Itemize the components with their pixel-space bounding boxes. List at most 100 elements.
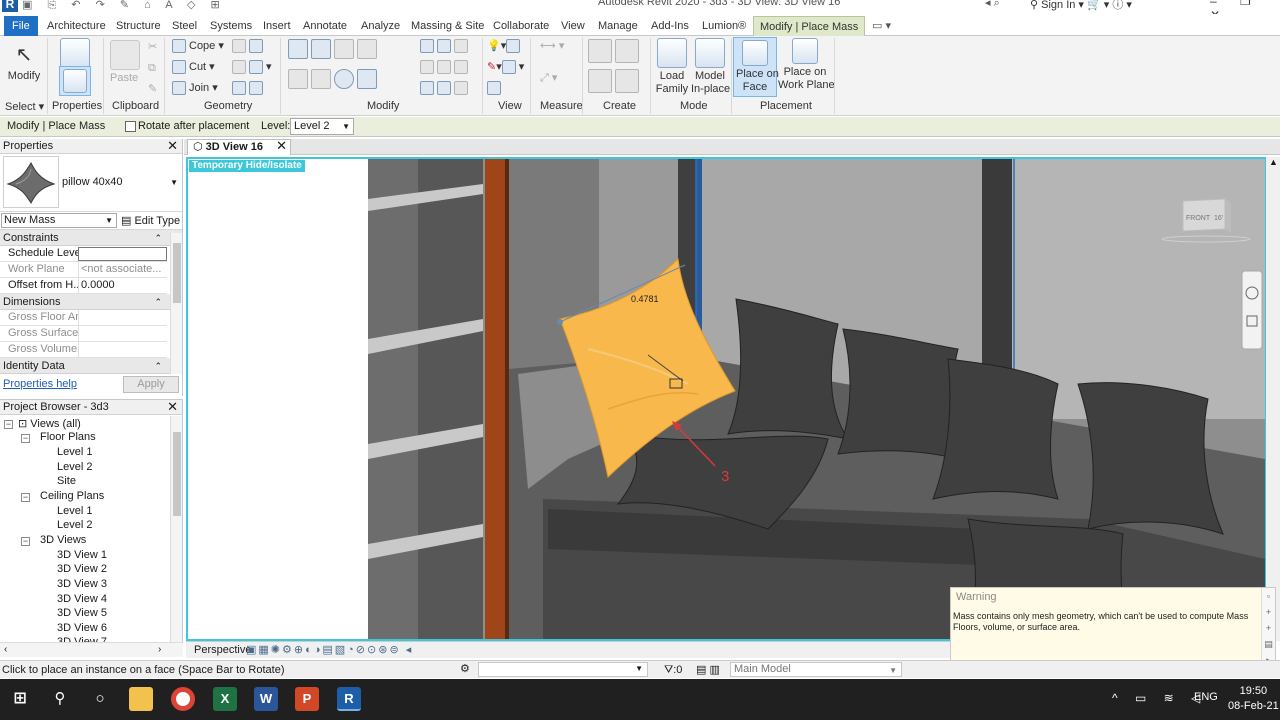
schedule-level-field[interactable] xyxy=(78,247,167,261)
system-tray-icons[interactable]: ^ ▭ ≋ ◁ xyxy=(1112,691,1207,705)
create-tools[interactable] xyxy=(588,39,642,63)
modify-tools-row2[interactable] xyxy=(288,69,380,89)
revit-taskbar-icon[interactable]: R xyxy=(337,687,361,711)
tree-3d-view-3[interactable]: 3D View 3 xyxy=(57,578,107,590)
tree-floor-plans[interactable]: Floor Plans xyxy=(40,431,96,443)
tree-floor-level-1[interactable]: Level 1 xyxy=(57,446,92,458)
instance-filter-select[interactable]: New Mass ▼ xyxy=(1,213,117,228)
select-dropdown[interactable]: Select ▾ xyxy=(5,100,44,113)
paste-button[interactable]: Paste xyxy=(110,40,140,85)
model-inplace-button[interactable]: Model In-place xyxy=(691,38,730,96)
tree-ceiling-level-1[interactable]: Level 1 xyxy=(57,505,92,517)
geometry-tools-row1[interactable] xyxy=(232,39,266,53)
tab-insert[interactable]: Insert xyxy=(263,16,291,36)
level-select[interactable]: Level 2 ▼ xyxy=(290,118,354,135)
projection-label[interactable]: Perspective xyxy=(194,644,251,656)
view-tools-row2[interactable]: ✎▾ ▾ xyxy=(487,60,524,75)
scrollbar-thumb[interactable] xyxy=(173,432,181,516)
tab-modify-place-mass[interactable]: Modify | Place Mass xyxy=(753,16,866,36)
type-selector[interactable]: pillow 40x40 ▼ xyxy=(0,154,182,212)
cut-geometry-button[interactable]: Cut ▾ xyxy=(172,60,215,75)
language-indicator[interactable]: ENG xyxy=(1194,691,1218,703)
tab-analyze[interactable]: Analyze xyxy=(361,16,400,36)
geometry-tools-row2[interactable]: ▾ xyxy=(232,60,272,75)
tree-3d-view-2[interactable]: 3D View 2 xyxy=(57,563,107,575)
powerpoint-icon[interactable]: P xyxy=(295,687,319,711)
edit-type-button[interactable]: ▤ Edit Type xyxy=(121,214,180,227)
collapse-toggle[interactable]: − xyxy=(4,420,13,429)
tree-3d-views[interactable]: 3D Views xyxy=(40,534,86,546)
help-search-icon[interactable]: ◂ ⌕ xyxy=(985,0,1000,10)
collapse-toggle[interactable]: − xyxy=(21,434,30,443)
close-icon[interactable]: ✕ xyxy=(276,139,287,153)
group-identity-data[interactable]: Identity Data ⌃ xyxy=(0,358,182,374)
tree-ceiling-level-2[interactable]: Level 2 xyxy=(57,519,92,531)
collapse-toggle[interactable]: − xyxy=(21,493,30,502)
browser-vscrollbar[interactable] xyxy=(170,416,182,642)
modify-tools-col2-row2[interactable] xyxy=(420,60,471,74)
chrome-icon[interactable] xyxy=(171,687,195,711)
load-family-button[interactable]: Load Family xyxy=(655,38,689,96)
close-icon[interactable]: ✕ xyxy=(167,399,178,414)
group-dimensions[interactable]: Dimensions ⌃ xyxy=(0,294,182,310)
create-tools-row2[interactable] xyxy=(588,69,642,93)
search-icon[interactable]: ⚲ xyxy=(48,687,72,711)
tab-annotate[interactable]: Annotate xyxy=(303,16,347,36)
task-view-icon[interactable]: ○ xyxy=(88,687,112,711)
tab-file[interactable]: File xyxy=(4,16,38,36)
tab-massing-site[interactable]: Massing & Site xyxy=(411,16,484,36)
dimension-tools[interactable]: ⤢ ▾ xyxy=(540,71,557,85)
tab-addins[interactable]: Add-Ins xyxy=(651,16,689,36)
properties-scrollbar[interactable] xyxy=(170,233,182,374)
scrollbar-thumb[interactable] xyxy=(173,243,181,303)
clock[interactable]: 19:50 08-Feb-21 xyxy=(1228,684,1279,714)
view-tools[interactable]: 💡▾ xyxy=(487,39,523,54)
match-properties-icon[interactable]: ✎ xyxy=(148,82,157,95)
tree-3d-view-6[interactable]: 3D View 6 xyxy=(57,622,107,634)
cope-button[interactable]: Cope ▾ xyxy=(172,39,224,54)
modify-tools-row1[interactable] xyxy=(288,39,380,59)
cut-clipboard-icon[interactable]: ✂ xyxy=(148,40,157,53)
tree-3d-view-5[interactable]: 3D View 5 xyxy=(57,607,107,619)
chevron-down-icon[interactable]: ▼ xyxy=(170,178,178,187)
tab-view[interactable]: View xyxy=(561,16,585,36)
editing-requests-icon[interactable]: ▤ ▥ xyxy=(696,663,720,676)
tree-3d-view-1[interactable]: 3D View 1 xyxy=(57,549,107,561)
tree-views-all[interactable]: ⊡ Views (all) xyxy=(18,417,81,430)
windows-start-icon[interactable]: ⊞ xyxy=(8,687,32,711)
tab-structure[interactable]: Structure xyxy=(116,16,161,36)
view-tools-row3[interactable] xyxy=(487,81,504,95)
place-on-face-button[interactable]: Place on Face xyxy=(733,37,779,97)
view-control-icons[interactable]: ▣▦✺⚙⊕◐◑▤▧◔⊘⊙⊛⊜ ◂ xyxy=(246,643,413,656)
tab-steel[interactable]: Steel xyxy=(172,16,197,36)
apply-button[interactable]: Apply xyxy=(123,376,179,393)
modify-tools-col2[interactable] xyxy=(420,39,471,53)
tree-3d-view-4[interactable]: 3D View 4 xyxy=(57,593,107,605)
sign-in-link[interactable]: ⚲ Sign In ▾ 🛒 ▾ ⓘ ▾ xyxy=(1030,0,1132,12)
offset-value[interactable]: 0.0000 xyxy=(78,278,167,294)
tab-systems[interactable]: Systems xyxy=(210,16,252,36)
design-option-select[interactable]: Main Model ▼ xyxy=(730,662,902,677)
geometry-tools-row3[interactable] xyxy=(232,81,266,95)
revit-app-icon[interactable]: R xyxy=(2,0,18,12)
measure-tools[interactable]: ⟷ ▾ xyxy=(540,39,564,52)
tab-manage[interactable]: Manage xyxy=(598,16,638,36)
tree-floor-site[interactable]: Site xyxy=(57,475,76,487)
collapse-toggle[interactable]: − xyxy=(21,537,30,546)
tree-ceiling-plans[interactable]: Ceiling Plans xyxy=(40,490,104,502)
navigation-bar[interactable] xyxy=(1241,270,1263,350)
browser-hscrollbar[interactable]: ‹ › xyxy=(0,642,183,657)
copy-icon[interactable]: ⧉ xyxy=(148,62,156,75)
tab-architecture[interactable]: Architecture xyxy=(47,16,106,36)
3d-viewport[interactable]: 0.4781 3 FRONT 16' Temporary Hide/Isolat… xyxy=(186,157,1267,641)
tab-collaborate[interactable]: Collaborate xyxy=(493,16,549,36)
place-on-workplane-button[interactable]: Place on Work Plane xyxy=(778,38,835,92)
workset-select[interactable]: ▼ xyxy=(478,662,648,677)
excel-icon[interactable]: X xyxy=(213,687,237,711)
word-icon[interactable]: W xyxy=(254,687,278,711)
viewport-scrollbar[interactable]: ▲ xyxy=(1266,157,1280,641)
modify-tools-col2-row3[interactable] xyxy=(420,81,471,95)
scroll-up-icon[interactable]: ▲ xyxy=(1269,157,1278,167)
tab-lumion[interactable]: Lumion® xyxy=(702,16,746,36)
properties-help-link[interactable]: Properties help xyxy=(3,378,77,390)
